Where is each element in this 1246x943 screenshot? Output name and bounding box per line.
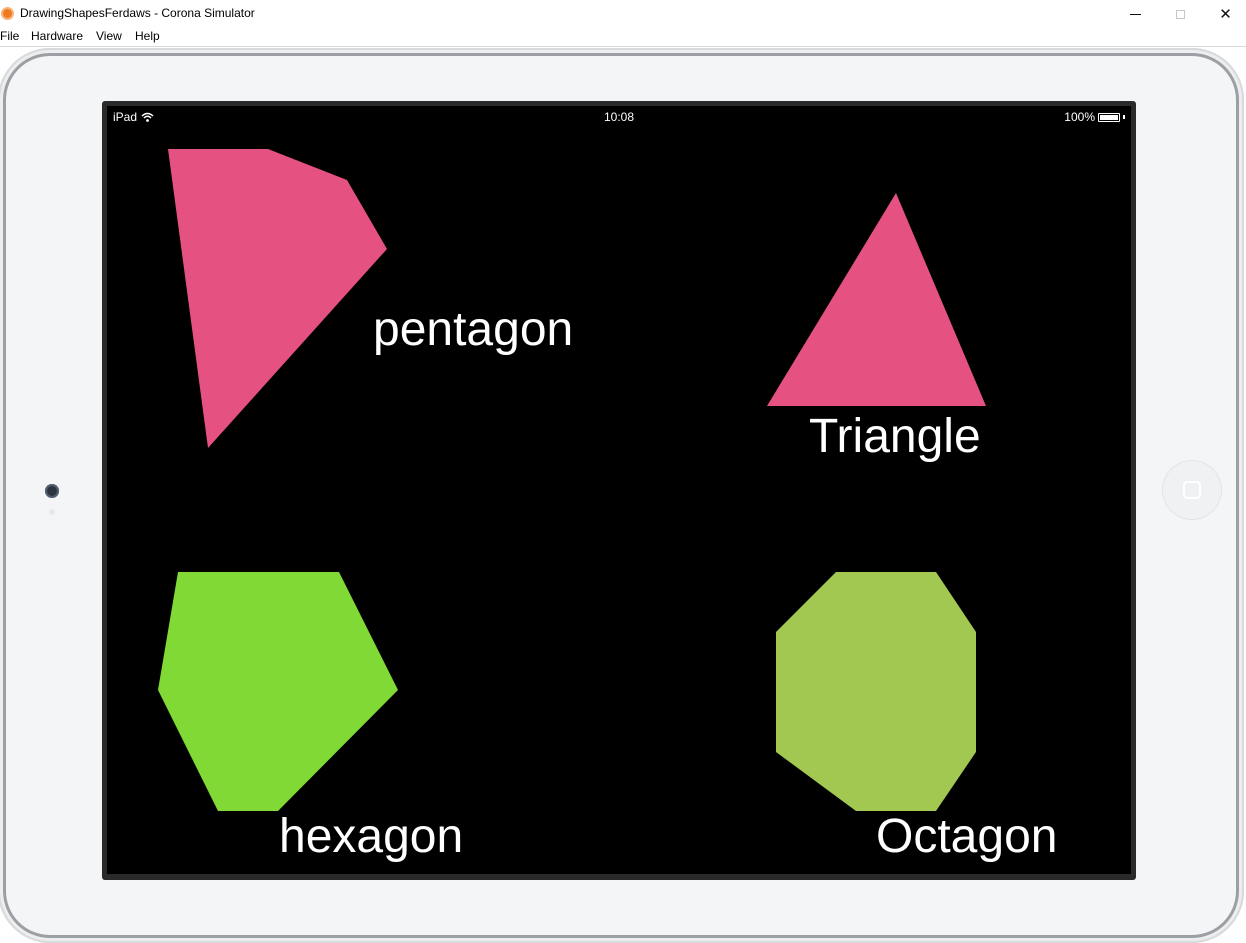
triangle-shape: [767, 193, 986, 406]
shapes-canvas: [158, 149, 986, 811]
minimize-icon: [1130, 13, 1141, 15]
camera-icon: [45, 484, 59, 498]
close-icon: ✕: [1219, 6, 1232, 23]
menu-help[interactable]: Help: [135, 29, 160, 43]
octagon-shape: [776, 572, 976, 811]
corona-app-icon: [1, 7, 14, 20]
maximize-button[interactable]: [1158, 0, 1203, 28]
simulator-window: DrawingShapesFerdaws - Corona Simulator …: [0, 0, 1246, 943]
menu-divider: [0, 46, 1246, 47]
hexagon-label: hexagon: [279, 810, 464, 863]
home-button[interactable]: [1163, 461, 1221, 519]
pentagon-label: pentagon: [373, 303, 574, 356]
light-sensor: [49, 509, 55, 515]
octagon-label: Octagon: [876, 810, 1058, 863]
triangle-label: Triangle: [809, 410, 981, 463]
hexagon-shape: [158, 572, 398, 811]
home-button-icon: [1183, 481, 1201, 499]
close-button[interactable]: ✕: [1203, 0, 1246, 28]
minimize-button[interactable]: [1113, 0, 1158, 28]
window-title: DrawingShapesFerdaws - Corona Simulator: [20, 6, 255, 20]
maximize-icon: [1176, 9, 1185, 19]
menu-file[interactable]: File: [0, 29, 19, 43]
menu-bar: File Hardware View Help: [0, 28, 1246, 46]
title-bar[interactable]: DrawingShapesFerdaws - Corona Simulator …: [0, 0, 1246, 28]
pentagon-shape: [168, 149, 387, 448]
menu-view[interactable]: View: [96, 29, 122, 43]
simulator-screen[interactable]: iPad 10:08 100% pentagon Triangle hexago…: [107, 106, 1131, 874]
menu-hardware[interactable]: Hardware: [31, 29, 83, 43]
